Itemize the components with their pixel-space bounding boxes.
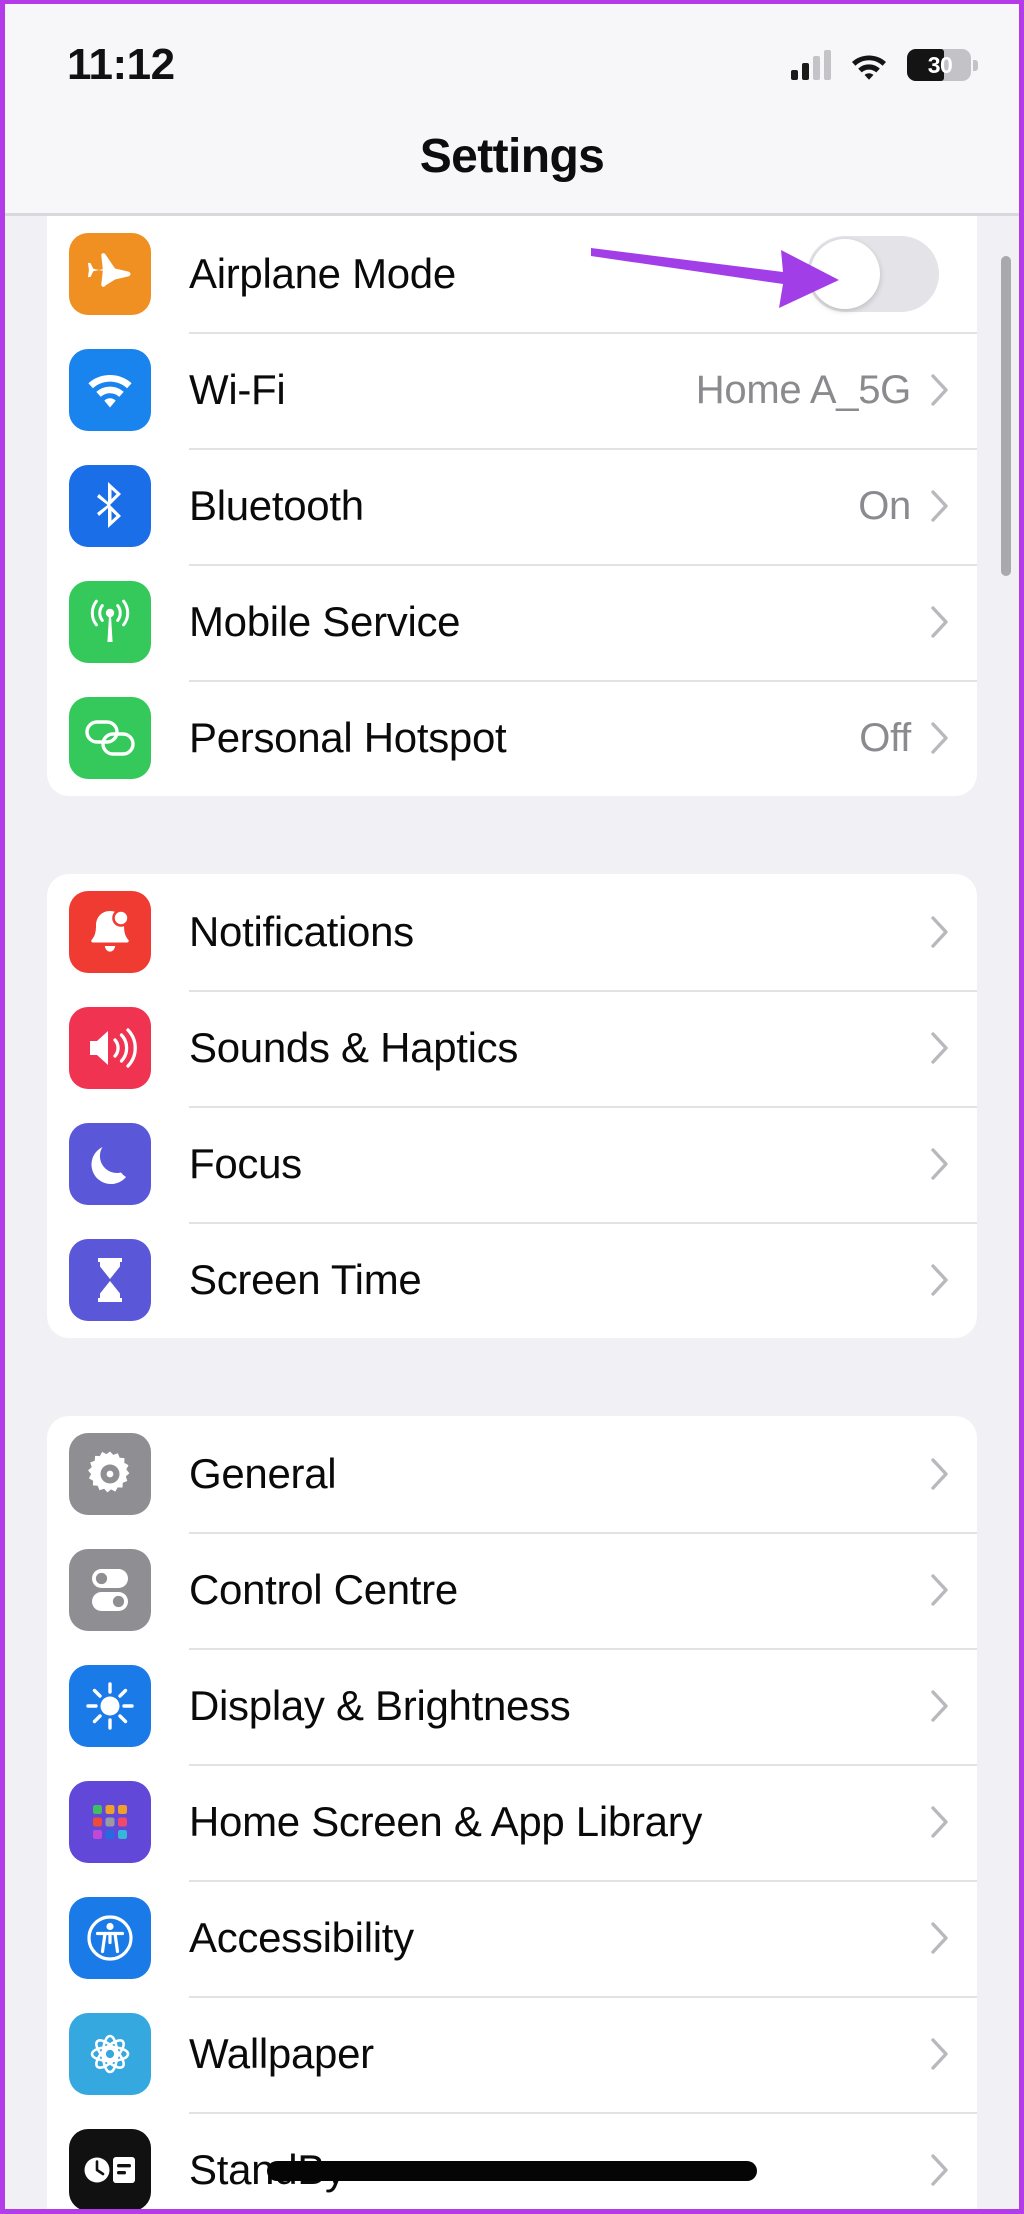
moon-icon (69, 1123, 151, 1205)
settings-row-accessory: Off (859, 716, 977, 761)
chevron-right-icon (931, 1032, 948, 1064)
chevron-right-icon (931, 1458, 948, 1490)
airplane-icon (69, 233, 151, 315)
status-bar-time: 11:12 (67, 40, 175, 89)
settings-row-mobile-service[interactable]: Mobile Service (47, 564, 977, 680)
flower-wallpaper-icon (69, 2013, 151, 2095)
accessibility-icon (69, 1897, 151, 1979)
settings-row-value: On (858, 483, 911, 528)
bluetooth-icon (69, 465, 151, 547)
speaker-icon (69, 1007, 151, 1089)
page-title: Settings (419, 130, 605, 183)
battery-percent-label: 30 (927, 51, 953, 78)
chevron-right-icon (931, 1264, 948, 1296)
standby-clock-icon (69, 2129, 151, 2209)
chevron-right-icon (931, 606, 948, 638)
bell-icon (69, 891, 151, 973)
chevron-right-icon (931, 1922, 948, 1954)
chevron-right-icon (931, 2038, 948, 2070)
settings-row-label: Wallpaper (189, 2030, 374, 2077)
settings-row-accessory (931, 1574, 977, 1606)
settings-row-accessory (931, 1806, 977, 1838)
gear-icon (69, 1433, 151, 1515)
settings-row-wi-fi[interactable]: Wi-Fi Home A_5G (47, 332, 977, 448)
settings-row-accessory (931, 916, 977, 948)
settings-row-accessory (931, 2038, 977, 2070)
settings-row-label: Bluetooth (189, 482, 364, 529)
chevron-right-icon (931, 490, 948, 522)
control-centre-toggles-icon (69, 1549, 151, 1631)
settings-row-screen-time[interactable]: Screen Time (47, 1222, 977, 1338)
settings-row-label: General (189, 1450, 337, 1497)
settings-row-accessory (931, 1264, 977, 1296)
chevron-right-icon (931, 916, 948, 948)
battery-icon: 30 (907, 49, 978, 81)
settings-row-personal-hotspot[interactable]: Personal Hotspot Off (47, 680, 977, 796)
chevron-right-icon (931, 722, 948, 754)
wifi-icon (852, 55, 886, 80)
airplane-mode-toggle[interactable] (807, 236, 939, 312)
settings-row-sounds-haptics[interactable]: Sounds & Haptics (47, 990, 977, 1106)
settings-row-label: Screen Time (189, 1256, 422, 1303)
settings-row-wallpaper[interactable]: Wallpaper (47, 1996, 977, 2112)
status-bar: 11:12 30 (5, 4, 1019, 100)
chevron-right-icon (931, 2154, 948, 2186)
settings-row-label: Airplane Mode (189, 250, 456, 297)
settings-row-value: Home A_5G (695, 367, 912, 412)
link-chain-icon (69, 697, 151, 779)
home-indicator (267, 2161, 757, 2181)
settings-row-accessory (931, 1458, 977, 1490)
settings-row-general[interactable]: General (47, 1416, 977, 1532)
settings-row-accessory (931, 1690, 977, 1722)
settings-row-label: Notifications (189, 908, 414, 955)
settings-row-airplane-mode[interactable]: Airplane Mode (47, 216, 977, 332)
chevron-right-icon (931, 1806, 948, 1838)
status-bar-indicators: 30 (791, 49, 978, 81)
settings-row-label: Home Screen & App Library (189, 1798, 703, 1845)
settings-row-accessory: Home A_5G (696, 368, 977, 413)
settings-row-accessory (931, 1148, 977, 1180)
settings-row-focus[interactable]: Focus (47, 1106, 977, 1222)
settings-group-system: General Control Centre Display & Brightn… (47, 1416, 977, 2209)
settings-row-accessory (911, 606, 977, 638)
settings-row-accessory (931, 2154, 977, 2186)
settings-row-accessibility[interactable]: Accessibility (47, 1880, 977, 1996)
settings-scroll-area[interactable]: Airplane Mode Wi-Fi Home A_5G Bluetooth … (5, 216, 1019, 2209)
settings-row-label: Mobile Service (189, 598, 461, 645)
vertical-scrollbar[interactable] (1001, 222, 1011, 2192)
phone-screen: 11:12 30 Settings Airplane Mode Wi-Fi Ho… (0, 0, 1024, 2214)
settings-row-home-screen-app-library[interactable]: Home Screen & App Library (47, 1764, 977, 1880)
settings-row-label: Control Centre (189, 1566, 458, 1613)
scrollbar-thumb[interactable] (1001, 256, 1011, 576)
settings-row-notifications[interactable]: Notifications (47, 874, 977, 990)
settings-row-label: Personal Hotspot (189, 714, 507, 761)
settings-group-alerts: Notifications Sounds & Haptics Focus Scr… (47, 874, 977, 1338)
settings-row-accessory (807, 236, 977, 312)
settings-row-label: Sounds & Haptics (189, 1024, 519, 1071)
cellular-signal-icon (791, 50, 831, 80)
chevron-right-icon (931, 1574, 948, 1606)
app-grid-icon (69, 1781, 151, 1863)
antenna-icon (69, 581, 151, 663)
settings-group-connectivity: Airplane Mode Wi-Fi Home A_5G Bluetooth … (47, 216, 977, 796)
wifi-icon (69, 349, 151, 431)
nav-header: Settings (5, 100, 1019, 216)
chevron-right-icon (931, 1690, 948, 1722)
settings-row-accessory (931, 1922, 977, 1954)
settings-row-accessory: On (858, 484, 977, 529)
toggle-knob (810, 239, 880, 309)
settings-row-label: Focus (189, 1140, 302, 1187)
settings-row-bluetooth[interactable]: Bluetooth On (47, 448, 977, 564)
settings-row-label: Accessibility (189, 1914, 414, 1961)
settings-row-accessory (931, 1032, 977, 1064)
hourglass-icon (69, 1239, 151, 1321)
settings-row-value: Off (859, 715, 911, 760)
settings-row-label: Wi-Fi (189, 366, 286, 413)
brightness-sun-icon (69, 1665, 151, 1747)
settings-row-display-brightness[interactable]: Display & Brightness (47, 1648, 977, 1764)
settings-row-label: Display & Brightness (189, 1682, 571, 1729)
chevron-right-icon (931, 1148, 948, 1180)
settings-row-control-centre[interactable]: Control Centre (47, 1532, 977, 1648)
chevron-right-icon (931, 374, 948, 406)
